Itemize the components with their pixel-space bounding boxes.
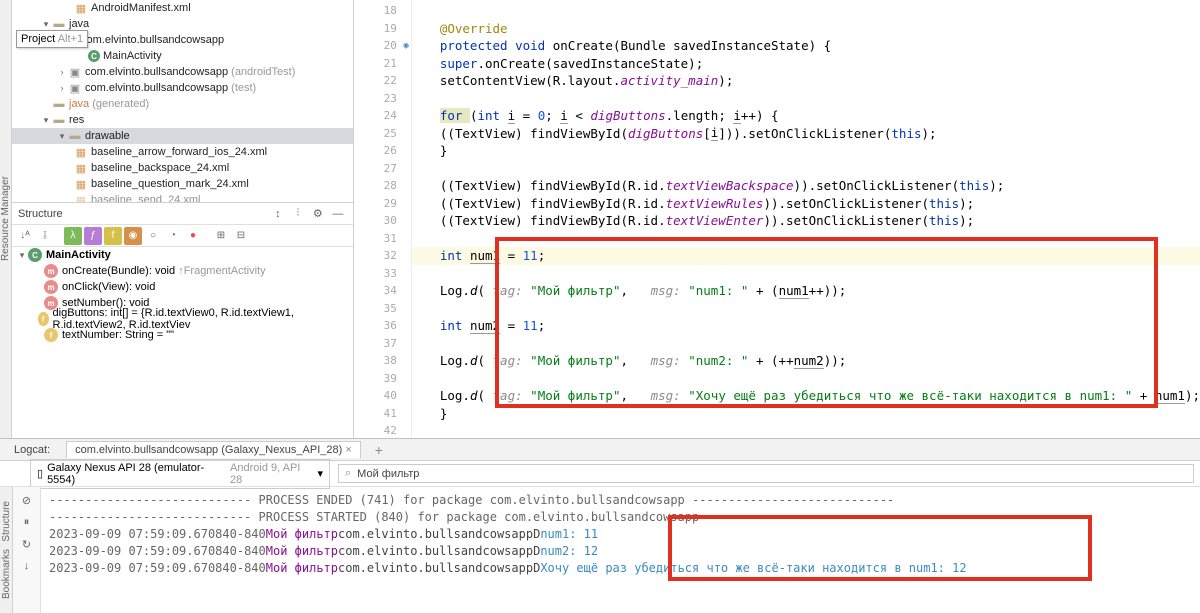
struct-m2[interactable]: monClick(View): void: [12, 279, 353, 295]
toolbar-icon-1[interactable]: ○: [144, 227, 162, 245]
filter-icon[interactable]: ⫶: [289, 205, 307, 223]
scroll-icon[interactable]: ↓: [18, 557, 36, 575]
structure-title: Structure: [18, 208, 63, 220]
code-area[interactable]: @Override protected void onCreate(Bundle…: [412, 0, 1200, 438]
tree-pkg3[interactable]: ›▣com.elvinto.bullsandcowsapp (test): [12, 80, 353, 96]
tree-res[interactable]: ▾▬res: [12, 112, 353, 128]
struct-m1[interactable]: monCreate(Bundle): void ↑FragmentActivit…: [12, 263, 353, 279]
restart-icon[interactable]: ↻: [18, 535, 36, 553]
show-anon-icon[interactable]: ƒ: [84, 227, 102, 245]
sidebar-tab-resource-manager[interactable]: Resource Manager: [0, 172, 11, 265]
device-select[interactable]: ▯ Galaxy Nexus API 28 (emulator-5554) An…: [30, 459, 330, 489]
minimize-icon[interactable]: —: [329, 205, 347, 223]
add-tab-icon[interactable]: +: [369, 442, 389, 458]
logcat-toolbar: ⊘ ⏸ ↻ ↓: [13, 487, 41, 613]
project-tooltip: Project Alt+1: [16, 30, 88, 48]
left-sidebar-bottom: Structure Bookmarks: [0, 487, 13, 613]
tree-drawable-2[interactable]: ▦baseline_backspace_24.xml: [12, 160, 353, 176]
struct-f1[interactable]: fdigButtons: int[] = {R.id.textView0, R.…: [12, 311, 353, 327]
tree-drawable-3[interactable]: ▦baseline_question_mark_24.xml: [12, 176, 353, 192]
show-inherited-icon[interactable]: ◉: [124, 227, 142, 245]
tree-pkg2[interactable]: ›▣com.elvinto.bullsandcowsapp (androidTe…: [12, 64, 353, 80]
sort-alpha-icon[interactable]: ↓ᴬ: [16, 227, 34, 245]
tree-drawable-1[interactable]: ▦baseline_arrow_forward_ios_24.xml: [12, 144, 353, 160]
left-sidebar: Resource Manager: [0, 0, 12, 438]
show-fields-icon[interactable]: f: [104, 227, 122, 245]
logcat-output[interactable]: ---------------------------- PROCESS END…: [41, 487, 1200, 613]
sidebar-tab-structure[interactable]: Structure: [1, 497, 12, 546]
sidebar-tab-bookmarks[interactable]: Bookmarks: [1, 545, 12, 603]
tree-drawable-4[interactable]: ▦baseline_send_24.xml: [12, 192, 353, 202]
logcat-run-tab[interactable]: com.elvinto.bullsandcowsapp (Galaxy_Nexu…: [66, 441, 361, 458]
structure-toolbar: ↓ᴬ ⫱ λ ƒ f ◉ ○ ◔ ● ⊞ ⊟: [12, 225, 353, 247]
filter-input[interactable]: ⌕ Мой фильтр: [338, 464, 1194, 483]
gutter: 18 19 20◉ 21 22 23 24 25 26 27 28 29 30 …: [354, 0, 412, 438]
gear-icon[interactable]: ⚙: [309, 205, 327, 223]
chevron-down-icon: ▾: [317, 467, 323, 480]
tree-manifest[interactable]: ▦AndroidManifest.xml: [12, 0, 353, 16]
tree-drawable[interactable]: ▾▬drawable: [12, 128, 353, 144]
toolbar-icon-3[interactable]: ●: [184, 227, 202, 245]
structure-panel: Structure ↕ ⫶ ⚙ — ↓ᴬ ⫱ λ ƒ f ◉ ○ ◔: [12, 202, 354, 438]
clear-icon[interactable]: ⊘: [18, 491, 36, 509]
editor-area[interactable]: 18 19 20◉ 21 22 23 24 25 26 27 28 29 30 …: [354, 0, 1200, 438]
tree-java-gen[interactable]: ▬java (generated): [12, 96, 353, 112]
toolbar-icon-2[interactable]: ◔: [164, 227, 182, 245]
collapse-icon[interactable]: ⊟: [232, 227, 250, 245]
phone-icon: ▯: [37, 467, 43, 480]
expand-icon[interactable]: ⊞: [212, 227, 230, 245]
pause-icon[interactable]: ⏸: [18, 513, 36, 531]
logcat-filter-bar: ▯ Galaxy Nexus API 28 (emulator-5554) An…: [0, 461, 1200, 487]
show-lambda-icon[interactable]: λ: [64, 227, 82, 245]
close-icon[interactable]: ×: [345, 444, 351, 456]
tree-main-activity[interactable]: CMainActivity: [12, 48, 353, 64]
struct-class[interactable]: ▾CMainActivity: [12, 247, 353, 263]
funnel-icon: ⌕: [345, 467, 351, 480]
sort-visibility-icon[interactable]: ⫱: [36, 227, 54, 245]
logcat-label: Logcat:: [6, 442, 58, 458]
project-panel: Project Alt+1 ▦AndroidManifest.xml ▾▬jav…: [12, 0, 354, 202]
sort-icon[interactable]: ↕: [269, 205, 287, 223]
